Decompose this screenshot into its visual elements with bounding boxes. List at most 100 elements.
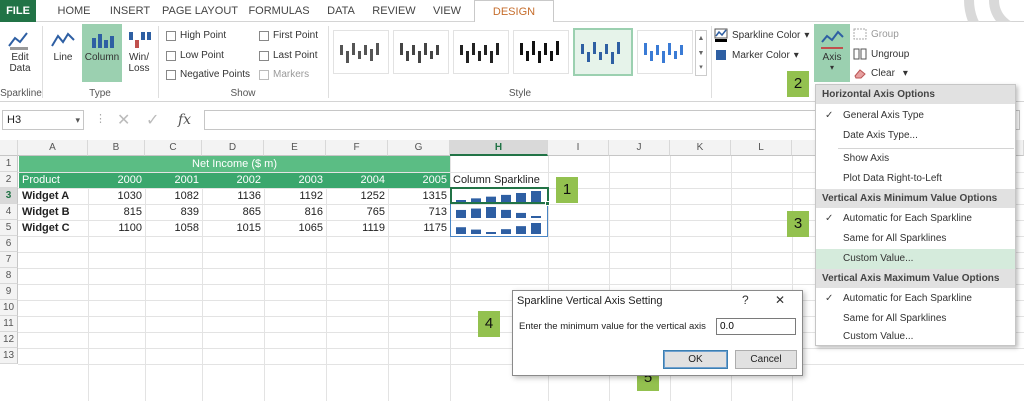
row-header[interactable]: 2 (0, 172, 18, 188)
value-cell[interactable]: 1175 (388, 220, 450, 236)
marker-color-button[interactable]: Marker Color ▾ (714, 48, 799, 62)
header-cell[interactable]: 2000 (88, 172, 145, 188)
menu-item-min-automatic[interactable]: ✓ Automatic for Each Sparkline (816, 209, 1015, 229)
row-header-selected[interactable]: 3 (0, 188, 18, 204)
value-cell[interactable]: 839 (145, 204, 202, 220)
value-cell[interactable]: 815 (88, 204, 145, 220)
column-header[interactable]: J (609, 140, 670, 156)
row-header[interactable]: 6 (0, 236, 18, 252)
sparkline-color-button[interactable]: Sparkline Color ▾ (714, 28, 809, 42)
header-cell[interactable]: 2003 (264, 172, 326, 188)
tab-view[interactable]: VIEW (426, 0, 468, 22)
column-header-selected[interactable]: H (450, 140, 548, 156)
gallery-more-icon[interactable]: ▾ (696, 61, 706, 75)
header-cell[interactable]: 2001 (145, 172, 202, 188)
row-header[interactable]: 8 (0, 268, 18, 284)
menu-item-show-axis[interactable]: Show Axis (816, 149, 1015, 169)
negative-points-checkbox[interactable]: Negative Points (166, 69, 250, 80)
ok-button[interactable]: OK (663, 350, 728, 369)
row-header[interactable]: 5 (0, 220, 18, 236)
tab-data[interactable]: DATA (320, 0, 362, 22)
group-button[interactable]: Group (853, 28, 899, 40)
menu-item-plot-right-to-left[interactable]: Plot Data Right-to-Left (816, 169, 1015, 189)
axis-button[interactable]: Axis ▾ (814, 24, 850, 82)
tab-design[interactable]: DESIGN (474, 0, 554, 23)
product-cell[interactable]: Widget A (19, 188, 88, 204)
enter-check-icon[interactable]: ✓ (146, 110, 159, 130)
value-cell[interactable]: 765 (326, 204, 388, 220)
clear-button[interactable]: Clear ▾ (853, 67, 908, 79)
column-header[interactable]: B (88, 140, 145, 156)
column-header[interactable]: A (18, 140, 88, 156)
value-cell[interactable]: 1252 (326, 188, 388, 204)
select-all-corner[interactable] (0, 140, 18, 156)
menu-item-general-axis-type[interactable]: ✓ General Axis Type (816, 106, 1015, 126)
minimum-value-input[interactable] (716, 318, 796, 335)
value-cell[interactable]: 1058 (145, 220, 202, 236)
row-header[interactable]: 10 (0, 300, 18, 316)
tab-file[interactable]: FILE (0, 0, 36, 22)
sparkline-style-6[interactable] (637, 30, 693, 74)
column-header[interactable]: L (731, 140, 792, 156)
value-cell[interactable]: 865 (202, 204, 264, 220)
name-box[interactable]: H3 ▾ (2, 110, 84, 130)
insert-function-icon[interactable]: fx (178, 112, 191, 128)
column-header[interactable]: D (202, 140, 264, 156)
value-cell[interactable]: 1065 (264, 220, 326, 236)
row-header[interactable]: 4 (0, 204, 18, 220)
tab-review[interactable]: REVIEW (368, 0, 420, 22)
header-cell[interactable]: 2005 (388, 172, 450, 188)
row-header[interactable]: 12 (0, 332, 18, 348)
value-cell[interactable]: 1015 (202, 220, 264, 236)
menu-item-min-custom-value[interactable]: Custom Value... (816, 249, 1015, 269)
tab-page-layout[interactable]: PAGE LAYOUT (160, 0, 240, 22)
first-point-checkbox[interactable]: First Point (259, 30, 318, 41)
header-cell[interactable]: 2004 (326, 172, 388, 188)
menu-item-date-axis-type[interactable]: Date Axis Type... (816, 126, 1015, 146)
value-cell[interactable]: 1030 (88, 188, 145, 204)
row-header[interactable]: 11 (0, 316, 18, 332)
help-icon[interactable]: ? (742, 293, 749, 307)
column-header[interactable]: C (145, 140, 202, 156)
value-cell[interactable]: 1082 (145, 188, 202, 204)
column-header[interactable]: G (388, 140, 450, 156)
high-point-checkbox[interactable]: High Point (166, 30, 226, 41)
gallery-down-icon[interactable]: ▼ (696, 46, 706, 61)
header-cell[interactable]: Product (19, 172, 88, 188)
ungroup-button[interactable]: Ungroup (853, 48, 909, 60)
sparkline-style-1[interactable] (333, 30, 389, 74)
value-cell[interactable]: 1100 (88, 220, 145, 236)
type-winloss-button[interactable]: Win/ Loss (124, 28, 154, 74)
value-cell[interactable]: 816 (264, 204, 326, 220)
markers-checkbox[interactable]: Markers (259, 69, 309, 80)
menu-item-min-same-for-all[interactable]: Same for All Sparklines (816, 229, 1015, 249)
type-line-button[interactable]: Line (48, 28, 78, 63)
low-point-checkbox[interactable]: Low Point (166, 50, 224, 61)
column-header[interactable]: E (264, 140, 326, 156)
sparkline-style-2[interactable] (393, 30, 449, 74)
type-column-button[interactable]: Column (82, 24, 122, 82)
tab-home[interactable]: HOME (50, 0, 98, 22)
header-cell[interactable]: Column Sparkline (450, 172, 548, 188)
value-cell[interactable]: 1119 (326, 220, 388, 236)
last-point-checkbox[interactable]: Last Point (259, 50, 317, 61)
column-header[interactable]: F (326, 140, 388, 156)
style-gallery-scroll[interactable]: ▲ ▼ ▾ (695, 30, 707, 76)
chevron-down-icon[interactable]: ▾ (75, 111, 80, 129)
value-cell[interactable]: 713 (388, 204, 450, 220)
menu-item-max-same-for-all[interactable]: Same for All Sparklines (816, 309, 1015, 329)
cancel-icon[interactable]: ✕ (117, 110, 130, 130)
edit-data-button[interactable]: Edit Data (2, 28, 38, 74)
gallery-up-icon[interactable]: ▲ (696, 31, 706, 46)
product-cell[interactable]: Widget C (19, 220, 88, 236)
column-sparklines[interactable] (452, 188, 547, 236)
menu-item-max-automatic[interactable]: ✓ Automatic for Each Sparkline (816, 289, 1015, 309)
row-header[interactable]: 7 (0, 252, 18, 268)
cancel-button[interactable]: Cancel (735, 350, 797, 369)
value-cell[interactable]: 1136 (202, 188, 264, 204)
sparkline-style-5-selected[interactable] (573, 28, 633, 76)
close-icon[interactable]: ✕ (775, 293, 785, 307)
value-cell[interactable]: 1192 (264, 188, 326, 204)
header-cell[interactable]: 2002 (202, 172, 264, 188)
product-cell[interactable]: Widget B (19, 204, 88, 220)
